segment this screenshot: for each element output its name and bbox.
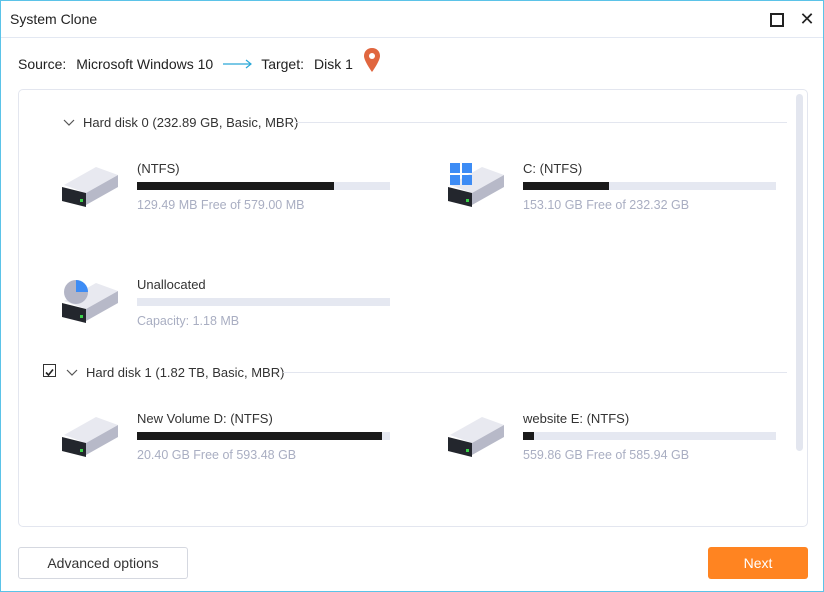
advanced-options-button[interactable]: Advanced options <box>18 547 188 579</box>
partition-info: 129.49 MB Free of 579.00 MB <box>137 198 305 212</box>
drive-icon <box>62 167 118 207</box>
partition-name: website E: (NTFS) <box>523 411 630 426</box>
usage-bar-fill <box>137 182 335 190</box>
scrollbar[interactable] <box>796 94 803 451</box>
usage-bar <box>137 182 390 190</box>
partition-info: 153.10 GB Free of 232.32 GB <box>523 198 690 212</box>
partition-0-1[interactable]: C: (NTFS) 153.10 GB Free of 232.32 GB <box>446 161 776 221</box>
next-button[interactable]: Next <box>708 547 808 579</box>
system-clone-window: System Clone ✕ Source: Microsoft Windows… <box>0 0 824 592</box>
partition-1-0[interactable]: New Volume D: (NTFS) 20.40 GB Free of 59… <box>60 411 390 471</box>
title-bar: System Clone ✕ <box>1 1 823 38</box>
drive-icon <box>62 417 118 457</box>
usage-bar <box>523 432 776 440</box>
target-label: Target: <box>261 56 304 72</box>
partition-name: Unallocated <box>137 277 206 292</box>
usage-bar-fill <box>137 432 383 440</box>
partition-1-1[interactable]: website E: (NTFS) 559.86 GB Free of 585.… <box>446 411 776 471</box>
partition-info: 559.86 GB Free of 585.94 GB <box>523 448 690 462</box>
window-title: System Clone <box>10 11 98 27</box>
partition-0-0[interactable]: (NTFS) 129.49 MB Free of 579.00 MB <box>60 161 390 221</box>
drive-icon <box>448 417 504 457</box>
usage-bar-fill <box>523 182 610 190</box>
disk-header-label: Hard disk 1 (1.82 TB, Basic, MBR) <box>86 365 285 380</box>
usage-bar <box>523 182 776 190</box>
source-label: Source: <box>18 56 67 72</box>
divider <box>295 122 787 123</box>
close-icon: ✕ <box>799 9 815 29</box>
disk-header-label: Hard disk 0 (232.89 GB, Basic, MBR) <box>83 115 299 130</box>
usage-bar-fill <box>523 432 535 440</box>
clone-summary: Source: Microsoft Windows 10 Target: Dis… <box>18 56 363 72</box>
usage-bar <box>137 298 390 306</box>
disk-header-1[interactable]: Hard disk 1 (1.82 TB, Basic, MBR) <box>66 365 284 380</box>
close-button[interactable]: ✕ <box>798 10 816 28</box>
target-value: Disk 1 <box>314 56 353 72</box>
partition-0-2[interactable]: Unallocated Capacity: 1.18 MB <box>60 277 390 337</box>
source-value: Microsoft Windows 10 <box>76 56 214 72</box>
disk-1-checkbox[interactable] <box>43 364 56 377</box>
partition-info: 20.40 GB Free of 593.48 GB <box>137 448 297 462</box>
arrow-right-icon <box>223 59 253 69</box>
partition-name: C: (NTFS) <box>523 161 583 176</box>
chevron-down-icon[interactable] <box>63 119 75 127</box>
usage-bar <box>137 432 390 440</box>
checkmark-icon <box>45 368 54 377</box>
partition-name: New Volume D: (NTFS) <box>137 411 273 426</box>
divider <box>283 372 787 373</box>
partition-name: (NTFS) <box>137 161 180 176</box>
maximize-button[interactable] <box>768 10 786 28</box>
unallocated-drive-icon <box>62 280 118 323</box>
partition-info: Capacity: 1.18 MB <box>137 314 240 328</box>
location-pin-icon <box>364 48 380 72</box>
windows-drive-icon <box>448 163 504 207</box>
disk-header-0[interactable]: Hard disk 0 (232.89 GB, Basic, MBR) <box>63 115 298 130</box>
chevron-down-icon[interactable] <box>66 369 78 377</box>
